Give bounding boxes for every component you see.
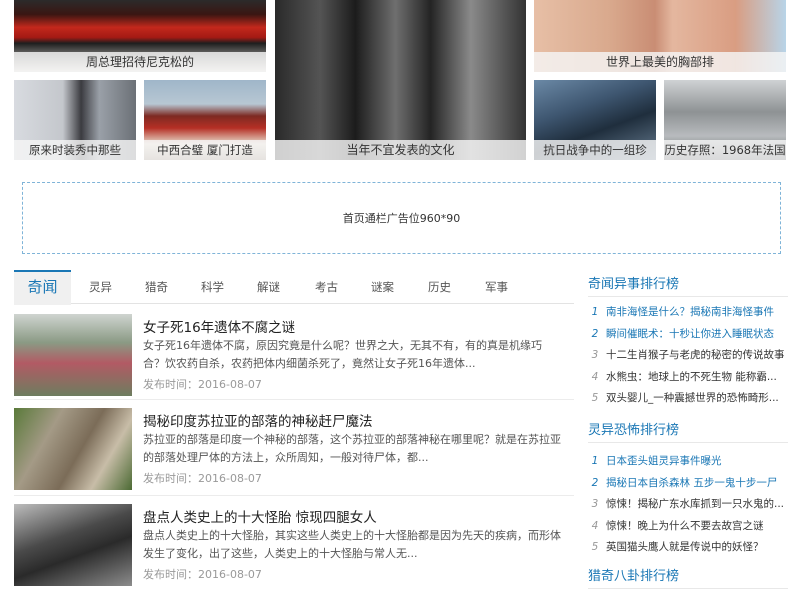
- ad-banner[interactable]: 首页通栏广告位960*90: [22, 182, 781, 254]
- category-tabs: 奇闻 灵异 猎奇 科学 解谜 考古 谜案 历史 军事: [14, 270, 574, 305]
- gallery-tile[interactable]: 原来时装秀中那些: [14, 80, 136, 160]
- ranking-item[interactable]: 2 瞬间催眠术：十秒让你进入睡眠状态: [588, 324, 788, 346]
- gallery-tile[interactable]: 中西合璧 厦门打造: [144, 80, 266, 160]
- ranking-item[interactable]: 3 惊悚！揭秘广东水库抓到一只水鬼的...: [588, 494, 788, 516]
- gallery-tile[interactable]: 抗日战争中的一组珍: [534, 80, 656, 160]
- ranking-title[interactable]: 猎奇八卦排行榜: [588, 566, 788, 589]
- gallery-tile[interactable]: 世界上最美的胸部排: [534, 0, 786, 72]
- tile-caption: 当年不宜发表的文化: [275, 140, 526, 160]
- article-item[interactable]: 揭秘印度苏拉亚的部落的神秘赶尸魔法 苏拉亚的部落是印度一个神秘的部落，这个苏拉亚…: [14, 408, 574, 490]
- ranking-lieqi: 猎奇八卦排行榜: [588, 566, 788, 589]
- divider: [14, 399, 574, 400]
- article-date: 发布时间：2016-08-07: [143, 568, 262, 581]
- article-date: 发布时间：2016-08-07: [143, 472, 262, 485]
- article-item[interactable]: 盘点人类史上的十大怪胎 惊现四腿女人 盘点人类史上的十大怪胎，其实这些人类史上的…: [14, 504, 574, 586]
- tile-caption: 周总理招待尼克松的: [14, 52, 266, 72]
- ranking-item[interactable]: 1 南非海怪是什么？揭秘南非海怪事件: [588, 302, 788, 324]
- article-title[interactable]: 女子死16年遗体不腐之谜: [143, 316, 295, 336]
- ranking-qiwen: 奇闻异事排行榜 1 南非海怪是什么？揭秘南非海怪事件 2 瞬间催眠术：十秒让你进入睡…: [588, 274, 788, 410]
- ranking-item[interactable]: 5 英国猫头鹰人就是传说中的妖怪？: [588, 537, 788, 559]
- tab-kexue[interactable]: 科学: [184, 271, 241, 303]
- article-summary: 盘点人类史上的十大怪胎，其实这些人类史上的十大怪胎都是因为先天的疾病，而形体发生…: [143, 529, 561, 560]
- ranking-item[interactable]: 3 十二生肖猴子与老虎的秘密的传说故事: [588, 345, 788, 367]
- ranking-item[interactable]: 1 日本歪头姐灵异事件曝光: [588, 451, 788, 473]
- tile-caption: 历史存照：1968年法国: [664, 140, 786, 160]
- ranking-item[interactable]: 4 水熊虫：地球上的不死生物 能称霸...: [588, 367, 788, 389]
- article-thumbnail[interactable]: [14, 314, 132, 396]
- crowd-photo: [275, 0, 526, 160]
- article-item[interactable]: 女子死16年遗体不腐之谜 女子死16年遗体不腐，原因究竟是什么呢？世界之大，无其…: [14, 314, 574, 396]
- ad-text: 首页通栏广告位960*90: [342, 212, 461, 225]
- article-title[interactable]: 盘点人类史上的十大怪胎 惊现四腿女人: [143, 506, 377, 526]
- gallery-tile[interactable]: 历史存照：1968年法国: [664, 80, 786, 160]
- ranking-title[interactable]: 灵异恐怖排行榜: [588, 420, 788, 443]
- ranking-item[interactable]: 2 揭秘日本自杀森林 五步一鬼十步一尸: [588, 473, 788, 495]
- tab-lishi[interactable]: 历史: [411, 271, 468, 303]
- divider: [14, 495, 574, 496]
- gallery-tile[interactable]: 当年不宜发表的文化: [275, 0, 526, 160]
- tile-caption: 抗日战争中的一组珍: [534, 140, 656, 160]
- tab-lieqi[interactable]: 猎奇: [128, 271, 185, 303]
- article-date: 发布时间：2016-08-07: [143, 378, 262, 391]
- ranking-item[interactable]: 4 惊悚！晚上为什么不要去故宫之谜: [588, 516, 788, 538]
- tab-lingyi[interactable]: 灵异: [72, 271, 129, 303]
- tab-jiemi[interactable]: 解谜: [240, 271, 297, 303]
- tile-caption: 世界上最美的胸部排: [534, 52, 786, 72]
- tab-kaogu[interactable]: 考古: [298, 271, 355, 303]
- tab-qiwen[interactable]: 奇闻: [14, 270, 71, 305]
- ranking-item[interactable]: 5 双头婴儿_一种震撼世界的恐怖畸形...: [588, 388, 788, 410]
- tab-mian[interactable]: 谜案: [354, 271, 411, 303]
- article-thumbnail[interactable]: [14, 504, 132, 586]
- article-thumbnail[interactable]: [14, 408, 132, 490]
- tile-caption: 原来时装秀中那些: [14, 140, 136, 160]
- ranking-lingyi: 灵异恐怖排行榜 1 日本歪头姐灵异事件曝光 2 揭秘日本自杀森林 五步一鬼十步一尸 …: [588, 420, 788, 559]
- article-summary: 女子死16年遗体不腐，原因究竟是什么呢？世界之大，无其不有，有的真是机缘巧合？饮…: [143, 339, 542, 370]
- ranking-title[interactable]: 奇闻异事排行榜: [588, 274, 788, 297]
- tab-junshi[interactable]: 军事: [468, 271, 525, 303]
- article-title[interactable]: 揭秘印度苏拉亚的部落的神秘赶尸魔法: [143, 410, 373, 430]
- gallery-tile[interactable]: 周总理招待尼克松的: [14, 0, 266, 72]
- article-summary: 苏拉亚的部落是印度一个神秘的部落，这个苏拉亚的部落神秘在哪里呢？就是在苏拉亚的部…: [143, 433, 561, 464]
- tile-caption: 中西合璧 厦门打造: [144, 140, 266, 160]
